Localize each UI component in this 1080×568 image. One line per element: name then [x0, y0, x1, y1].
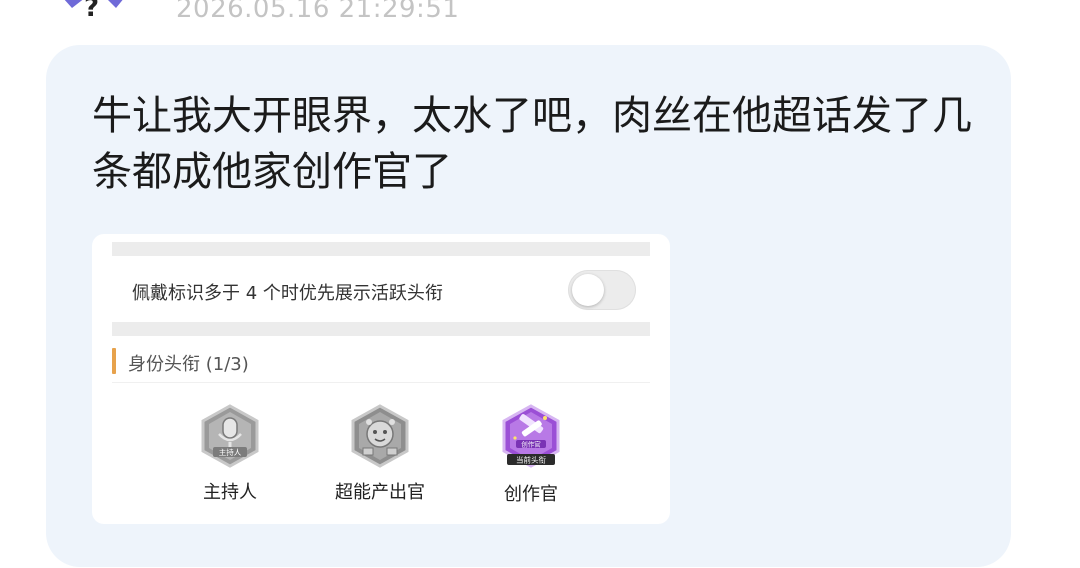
avatar[interactable]: ? [50, 0, 136, 20]
post-timestamp: 2026.05.16 21:29:51 [176, 0, 460, 24]
divider-band [112, 242, 650, 256]
badge-super-producer[interactable]: 超能产出官 [320, 404, 440, 504]
svg-text:主持人: 主持人 [219, 447, 242, 457]
rock-creature-icon [351, 404, 409, 468]
badge-label: 超能产出官 [335, 482, 425, 503]
badge-creator[interactable]: 创作官 当前头衔 创作官 [471, 404, 591, 506]
section-accent-bar [112, 348, 116, 374]
section-divider [112, 382, 650, 383]
divider-band [112, 322, 650, 336]
svg-text:创作官: 创作官 [521, 440, 541, 449]
pencil-ruler-icon: 创作官 当前头衔 [502, 404, 560, 468]
toggle-label: 佩戴标识多于 4 个时优先展示活跃头衔 [132, 283, 443, 304]
post-text: 牛让我大开眼界，太水了吧，肉丝在他超话发了几条都成他家创作官了 [92, 93, 972, 195]
badge-label: 主持人 [203, 482, 257, 503]
badge-label: 创作官 [504, 484, 558, 505]
svg-text:当前头衔: 当前头衔 [516, 455, 546, 465]
section-title: 身份头衔 (1/3) [128, 354, 249, 375]
microphone-icon: 主持人 [201, 404, 259, 468]
svg-text:?: ? [84, 0, 99, 20]
toggle-knob [572, 274, 604, 306]
badge-host[interactable]: 主持人 主持人 [170, 404, 290, 504]
active-title-toggle[interactable] [568, 270, 636, 310]
screenshot-card: 佩戴标识多于 4 个时优先展示活跃头衔 身份头衔 (1/3) 主持人 主持人 超… [92, 234, 670, 524]
